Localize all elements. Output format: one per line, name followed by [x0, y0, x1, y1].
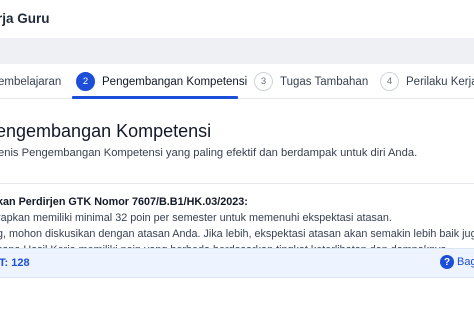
section-title: engembangan Kompetensi	[0, 121, 212, 141]
step-number: 2	[76, 72, 95, 91]
top-bar: rja Guru	[0, 0, 474, 38]
step-pembelajaran[interactable]: embelajaran	[0, 64, 61, 99]
rules-line: rapkan memiliki minimal 32 poin per seme…	[0, 212, 392, 224]
header-band	[0, 38, 474, 64]
step-number: 4	[380, 72, 399, 91]
stepper: embelajaran 2 Pengembangan Kompetensi 3 …	[0, 64, 474, 99]
rules-heading: kan Perdirjen GTK Nomor 7607/B.B1/HK.03/…	[0, 196, 248, 208]
question-circle-icon: ?	[440, 255, 454, 269]
help-label: Bag	[457, 256, 474, 268]
step-tugas-tambahan[interactable]: 3 Tugas Tambahan	[254, 64, 368, 99]
active-step-indicator	[72, 96, 238, 99]
divider	[0, 183, 474, 184]
page-header-title: rja Guru	[0, 11, 50, 26]
step-perilaku-kerja[interactable]: 4 Perilaku Kerja	[380, 64, 474, 99]
step-label: embelajaran	[0, 75, 62, 88]
points-total: IT: 128	[0, 257, 30, 269]
section-description: enis Pengembangan Kompetensi yang paling…	[0, 147, 418, 159]
step-pengembangan-kompetensi[interactable]: 2 Pengembangan Kompetensi	[76, 64, 247, 99]
step-label: Tugas Tambahan	[280, 75, 369, 88]
step-label: Perilaku Kerja	[406, 75, 474, 88]
help-link[interactable]: ? Bag	[440, 255, 474, 269]
step-number: 3	[254, 72, 273, 91]
rules-line: g, mohon diskusikan dengan atasan Anda. …	[0, 228, 474, 240]
step-label: Pengembangan Kompetensi	[102, 75, 248, 88]
points-summary-bar	[0, 248, 474, 278]
